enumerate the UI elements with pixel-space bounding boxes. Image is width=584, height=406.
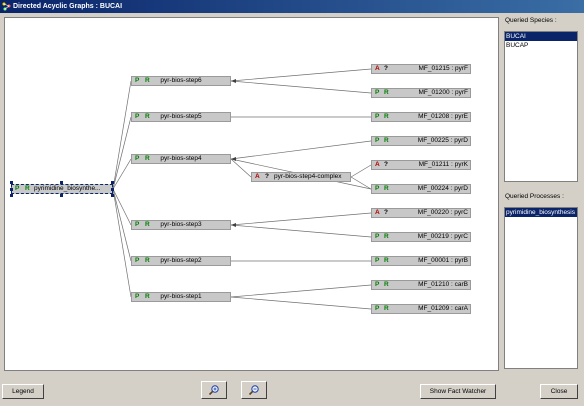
gene-flag-2: R (384, 305, 389, 312)
selection-handle[interactable] (111, 194, 114, 197)
gene-flag-2: R (384, 233, 389, 240)
gene-flag-2: ? (384, 65, 388, 72)
show-fact-watcher-button[interactable]: Show Fact Watcher (420, 384, 496, 399)
complex-node[interactable]: A ? pyr-bios-step4-complex (251, 172, 351, 182)
window-title-bar[interactable]: Directed Acyclic Graphs : BUCAI (0, 0, 584, 13)
gene-node[interactable]: P R MF_01209 : carA (371, 304, 471, 314)
step-label: pyr-bios-step4 (160, 155, 202, 162)
step-label: pyr-bios-step2 (160, 257, 202, 264)
step-node[interactable]: P R pyr-bios-step5 (131, 112, 231, 122)
gene-flag-2: R (384, 281, 389, 288)
magnifier-minus-icon (248, 385, 259, 396)
step-label: pyr-bios-step3 (160, 221, 202, 228)
complex-label: pyr-bios-step4-complex (274, 173, 342, 180)
step-node[interactable]: P R pyr-bios-step2 (131, 256, 231, 266)
gene-node[interactable]: P R MF_00225 : pyrD (371, 136, 471, 146)
window-title: Directed Acyclic Graphs : BUCAI (13, 3, 123, 10)
gene-flag-2: ? (384, 161, 388, 168)
gene-flag-2: R (384, 89, 389, 96)
gene-node[interactable]: P R MF_00219 : pyrC (371, 232, 471, 242)
selection-handle[interactable] (111, 181, 114, 184)
selection-handle[interactable] (10, 194, 13, 197)
species-item-bucap[interactable]: BUCAP (505, 41, 577, 50)
process-item-pyrimidine-biosynthesis[interactable]: pyrimidine_biosynthesis (505, 208, 577, 217)
selection-handle[interactable] (10, 188, 13, 191)
gene-flag-2: R (384, 137, 389, 144)
gene-flag-1: P (375, 185, 380, 192)
gene-flag-1: P (375, 281, 380, 288)
gene-label: MF_01211 : pyrK (418, 161, 468, 168)
gene-label: MF_00220 : pyrC (417, 209, 468, 216)
gene-flag-1: P (375, 233, 380, 240)
close-button[interactable]: Close (540, 384, 578, 399)
selection-handle[interactable] (10, 181, 13, 184)
legend-button[interactable]: Legend (2, 384, 44, 399)
gene-node[interactable]: A? MF_01215 : pyrF (371, 64, 471, 74)
step-label: pyr-bios-step5 (160, 113, 202, 120)
gene-node[interactable]: P R MF_00001 : pyrB (371, 256, 471, 266)
gene-flag-2: R (384, 185, 389, 192)
gene-label: MF_00001 : pyrB (418, 257, 468, 264)
step-node[interactable]: P R pyr-bios-step1 (131, 292, 231, 302)
gene-flag-1: A (375, 65, 380, 72)
gene-node[interactable]: P R MF_00224 : pyrD (371, 184, 471, 194)
gene-node[interactable]: A? MF_01211 : pyrK (371, 160, 471, 170)
root-flag-reviewed: R (25, 185, 30, 192)
species-listbox[interactable]: BUCAI BUCAP (504, 31, 578, 182)
gene-node[interactable]: A? MF_00220 : pyrC (371, 208, 471, 218)
gene-flag-2: R (384, 257, 389, 264)
gene-flag-1: A (375, 209, 380, 216)
selection-handle[interactable] (111, 188, 114, 191)
selection-handle[interactable] (60, 181, 63, 184)
gene-flag-2: R (384, 113, 389, 120)
gene-label: MF_01209 : carA (418, 305, 468, 312)
step-label: pyr-bios-step1 (160, 293, 202, 300)
gene-flag-1: P (375, 137, 380, 144)
step-node[interactable]: P R pyr-bios-step3 (131, 220, 231, 230)
gene-label: MF_00224 : pyrD (417, 185, 468, 192)
species-item-bucai[interactable]: BUCAI (505, 32, 577, 41)
root-process-node[interactable]: P R pyrimidine_biosynthe... (11, 184, 113, 194)
step-node[interactable]: P R pyr-bios-step6 (131, 76, 231, 86)
zoom-out-button[interactable] (241, 381, 267, 399)
processes-listbox[interactable]: pyrimidine_biosynthesis (504, 207, 578, 369)
gene-flag-1: P (375, 305, 380, 312)
magnifier-plus-icon (208, 385, 219, 396)
gene-label: MF_01215 : pyrF (418, 65, 469, 72)
processes-panel-label: Queried Processes : (505, 193, 564, 200)
gene-label: MF_00219 : pyrC (417, 233, 468, 240)
gene-flag-1: P (375, 89, 380, 96)
gene-label: MF_01208 : pyrE (418, 113, 468, 120)
complex-flag-unknown: ? (265, 173, 269, 180)
gene-flag-1: P (375, 113, 380, 120)
gene-node[interactable]: P R MF_01210 : carB (371, 280, 471, 290)
gene-label: MF_00225 : pyrD (417, 137, 468, 144)
graph-canvas[interactable]: P R pyrimidine_biosynthe... P R pyr-bios… (4, 17, 499, 371)
root-process-label: pyrimidine_biosynthe... (34, 185, 101, 192)
graph-app-icon (2, 2, 11, 11)
gene-label: MF_01210 : carB (418, 281, 468, 288)
species-panel-label: Queried Species : (505, 17, 557, 24)
gene-node[interactable]: P R MF_01208 : pyrE (371, 112, 471, 122)
gene-node[interactable]: P R MF_01200 : pyrF (371, 88, 471, 98)
gene-flag-1: A (375, 161, 380, 168)
complex-flag-absent: A (255, 173, 260, 180)
step-label: pyr-bios-step6 (160, 77, 202, 84)
gene-label: MF_01200 : pyrF (418, 89, 469, 96)
step-node[interactable]: P R pyr-bios-step4 (131, 154, 231, 164)
gene-flag-1: P (375, 257, 380, 264)
root-flag-present: P (15, 185, 20, 192)
zoom-in-button[interactable] (201, 381, 227, 399)
gene-flag-2: ? (384, 209, 388, 216)
selection-handle[interactable] (60, 194, 63, 197)
